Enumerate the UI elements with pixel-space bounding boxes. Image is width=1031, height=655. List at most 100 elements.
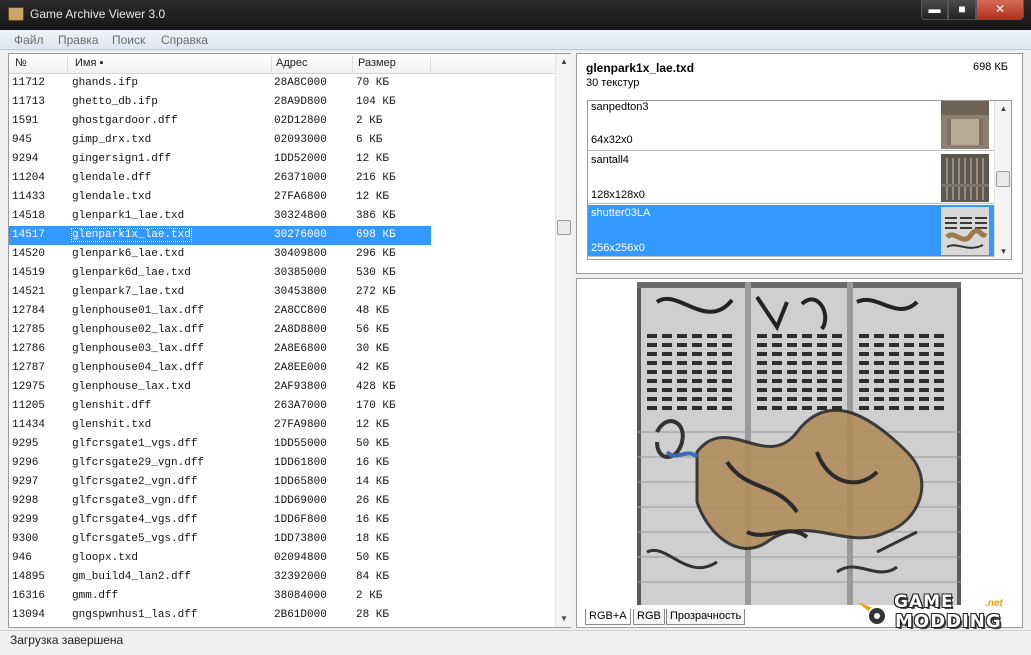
table-row[interactable]: 9297 glfcrsgate2_vgn.dff 1DD65800 14 КБ [9, 473, 555, 492]
table-row[interactable]: 14521 glenpark7_lae.txd 30453800 272 КБ [9, 283, 555, 302]
table-row[interactable]: 11204 glendale.dff 26371000 216 КБ [9, 169, 555, 188]
cell-num: 13094 [12, 609, 46, 621]
app-icon [8, 7, 24, 21]
shutter-slot [934, 352, 944, 356]
shutter-slot [802, 388, 812, 392]
table-row[interactable]: 12786 glenphouse03_lax.dff 2A8E6800 30 КБ [9, 340, 555, 359]
close-button[interactable]: ✕ [976, 0, 1024, 20]
cell-name: glendale.dff [72, 172, 152, 184]
scroll-down-icon[interactable]: ▼ [995, 244, 1011, 259]
shutter-slot [919, 343, 929, 347]
column-header-address[interactable]: Адрес [276, 57, 308, 69]
maximize-button[interactable]: ■ [948, 0, 976, 20]
shutter-slot [874, 352, 884, 356]
shutter-slot [904, 343, 914, 347]
tab-rgb[interactable]: RGB [633, 609, 665, 625]
table-row[interactable]: 16316 gmm.dff 38084000 2 КБ [9, 587, 555, 606]
cell-size: 272 КБ [356, 286, 396, 298]
table-row[interactable]: 9295 glfcrsgate1_vgs.dff 1DD55000 50 КБ [9, 435, 555, 454]
shutter-slot [692, 361, 702, 365]
cell-size: 386 КБ [356, 210, 396, 222]
texture-item-selected[interactable]: shutter03LA 256x256x0 [588, 205, 994, 257]
table-row[interactable]: 12784 glenphouse01_lax.dff 2A8CC800 48 КБ [9, 302, 555, 321]
table-row[interactable]: 14519 glenpark6d_lae.txd 30385000 530 КБ [9, 264, 555, 283]
shutter-slot [757, 334, 767, 338]
table-row[interactable]: 9296 glfcrsgate29_vgn.dff 1DD61800 16 КБ [9, 454, 555, 473]
table-row[interactable]: 11433 glendale.txd 27FA6800 12 КБ [9, 188, 555, 207]
scroll-down-icon[interactable]: ▼ [556, 611, 572, 627]
column-header-name[interactable]: Имя ▪ [75, 57, 103, 69]
table-row[interactable]: 12787 glenphouse04_lax.dff 2A8EE000 42 КБ [9, 359, 555, 378]
table-row[interactable]: 9300 glfcrsgate5_vgs.dff 1DD73800 18 КБ [9, 530, 555, 549]
shutter-slot [832, 361, 842, 365]
texture-item[interactable]: sanpedton3 64x32x0 [588, 101, 994, 151]
tab-rgba[interactable]: RGB+A [585, 609, 631, 625]
file-list-scrollbar[interactable]: ▲ ▼ [555, 54, 571, 627]
cell-address: 30324800 [274, 210, 327, 222]
shutter-slot [889, 343, 899, 347]
table-row[interactable]: 945 gimp_drx.txd 02093000 6 КБ [9, 131, 555, 150]
watermark-line2: MODDING [895, 611, 1002, 632]
scrollbar-thumb[interactable] [557, 220, 571, 235]
shutter-slot [662, 388, 672, 392]
column-header-size[interactable]: Размер [358, 57, 396, 69]
table-row[interactable]: 14518 glenpark1_lae.txd 30324800 386 КБ [9, 207, 555, 226]
table-row[interactable]: 11712 ghands.ifp 28A8C000 70 КБ [9, 74, 555, 93]
file-list[interactable]: № Имя ▪ Адрес Размер 11712 ghands.ifp 28A8… [8, 53, 571, 628]
cell-name: gingersign1.dff [72, 153, 172, 165]
minimize-button[interactable]: ▬ [921, 0, 948, 20]
texture-name: santall4 [591, 154, 629, 166]
shutter-slot [757, 361, 767, 365]
table-row-selected[interactable]: 14517 glenpark1x_lae.txd 30276000 698 КБ [9, 226, 555, 245]
table-row[interactable]: 11713 ghetto_db.ifp 28A9D800 104 КБ [9, 93, 555, 112]
column-divider[interactable] [271, 56, 272, 72]
table-row[interactable]: 12975 glenphouse_lax.txd 2AF93800 428 КБ [9, 378, 555, 397]
cell-name: glenphouse01_lax.dff [72, 305, 205, 317]
shutter-slot [677, 343, 687, 347]
table-row[interactable]: 9299 glfcrsgate4_vgs.dff 1DD6F800 16 КБ [9, 511, 555, 530]
scrollbar-thumb[interactable] [996, 171, 1010, 187]
table-row[interactable]: 9294 gingersign1.dff 1DD52000 12 КБ [9, 150, 555, 169]
table-row[interactable]: 14895 gm_build4_lan2.dff 32392000 84 КБ [9, 568, 555, 587]
shutter-slot [802, 370, 812, 374]
menu-help[interactable]: Справка [161, 33, 208, 47]
menu-search[interactable]: Поиск [112, 33, 145, 47]
scroll-up-icon[interactable]: ▲ [556, 54, 572, 70]
table-row[interactable]: 1591 ghostgardoor.dff 02D12800 2 КБ [9, 112, 555, 131]
shutter-slot [904, 361, 914, 365]
table-row[interactable]: 14520 glenpark6_lae.txd 30409800 296 КБ [9, 245, 555, 264]
texture-list[interactable]: sanpedton3 64x32x0 santall4 128x128x0 sh… [587, 100, 1012, 260]
scroll-up-icon[interactable]: ▲ [995, 101, 1011, 116]
table-row[interactable]: 946 gloopx.txd 02094800 50 КБ [9, 549, 555, 568]
cell-num: 14520 [12, 248, 46, 260]
cell-address: 1DD73800 [274, 533, 327, 545]
shutter-slot [919, 370, 929, 374]
texture-item[interactable]: santall4 128x128x0 [588, 152, 994, 204]
shutter-slot [677, 406, 687, 410]
table-row[interactable]: 9298 glfcrsgate3_vgn.dff 1DD69000 26 КБ [9, 492, 555, 511]
shutter-slot [919, 388, 929, 392]
shutter-slot [787, 361, 797, 365]
texture-name: shutter03LA [591, 207, 651, 219]
cell-size: 56 КБ [356, 324, 390, 336]
column-divider[interactable] [352, 56, 353, 72]
cell-address: 02093000 [274, 134, 327, 146]
table-row[interactable]: 13094 gngspwnhus1_las.dff 2B61D000 28 КБ [9, 606, 555, 625]
cell-name: glenshit.txd [72, 419, 152, 431]
column-header-num[interactable]: № [15, 57, 27, 69]
table-row[interactable]: 11434 glenshit.txd 27FA9800 12 КБ [9, 416, 555, 435]
column-divider[interactable] [67, 56, 68, 72]
shutter-slot [904, 370, 914, 374]
shutter-slot [859, 388, 869, 392]
column-divider[interactable] [430, 56, 431, 72]
tab-transparency[interactable]: Прозрачность [666, 609, 746, 625]
shutter-slot [874, 343, 884, 347]
texture-preview-image [637, 282, 961, 605]
shutter-slot [722, 397, 732, 401]
table-row[interactable]: 11205 glenshit.dff 263A7000 170 КБ [9, 397, 555, 416]
menu-edit[interactable]: Правка [58, 33, 99, 47]
table-row[interactable]: 12785 glenphouse02_lax.dff 2A8D8800 56 КБ [9, 321, 555, 340]
texture-list-scrollbar[interactable]: ▲ ▼ [994, 101, 1011, 259]
menu-file[interactable]: Файл [14, 33, 44, 47]
shutter-slot [802, 334, 812, 338]
